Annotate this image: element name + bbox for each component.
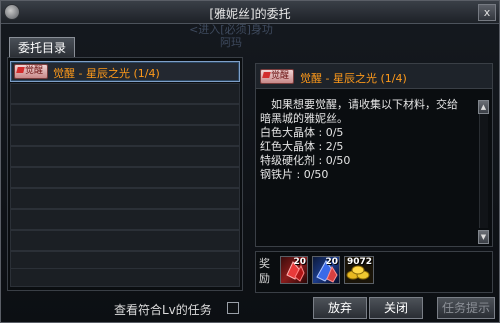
red-gem-icon [16,67,25,73]
material-white-crystal: 白色大晶体 : 0/5 [260,126,344,139]
reward-label: 奖励 [259,257,270,285]
quest-hint-button[interactable]: 任务提示 [437,297,495,319]
material-hardener: 特级硬化剂 : 0/50 [260,154,351,167]
background-text: <进入[必须]身功 阿玛 [151,23,311,53]
quest-list-empty-row[interactable] [10,230,240,251]
quest-detail-panel: 觉醒 觉醒 - 星辰之光 (1/4) 如果想要觉醒，请收集以下材料，交给 暗黑城… [255,63,493,247]
quest-list-empty-row[interactable] [10,209,240,230]
quest-detail-title: 觉醒 - 星辰之光 (1/4) [300,72,407,85]
level-filter-checkbox[interactable] [227,302,239,314]
scroll-down-arrow-icon[interactable]: ▼ [478,230,489,244]
background-text-line-2: 阿玛 [220,36,242,49]
close-button[interactable]: x [478,4,496,21]
quest-list-item-name: 觉醒 - 星辰之光 (1/4) [53,67,160,80]
red-gem-icon [262,72,271,78]
awaken-badge-label: 觉醒 [25,66,44,76]
close-button-bottom[interactable]: 关闭 [369,297,423,319]
reward-panel: 奖励 20 20 9072 [255,251,493,293]
quest-list-empty-row[interactable] [10,83,240,104]
material-red-crystal: 红色大晶体 : 2/5 [260,140,344,153]
quest-list-item-selected[interactable]: 觉醒 觉醒 - 星辰之光 (1/4) [10,61,240,82]
quest-list-empty-row[interactable] [10,167,240,188]
level-filter-label: 查看符合Lv的任务 [114,303,212,317]
awaken-badge: 觉醒 [260,69,294,84]
quest-list-empty-row[interactable] [10,104,240,125]
reward-quantity: 20 [325,257,338,267]
quest-description: 如果想要觉醒，请收集以下材料，交给 暗黑城的雅妮丝。 白色大晶体 : 0/5 红… [260,98,474,182]
quest-window: [雅妮丝]的委托 x <进入[必须]身功 阿玛 委托目录 觉醒 觉醒 - 星辰之… [0,0,500,323]
description-line: 暗黑城的雅妮丝。 [260,112,348,125]
reward-quantity: 20 [293,257,306,267]
awaken-badge: 觉醒 [14,64,48,79]
reward-item-blue-crystal[interactable]: 20 [312,256,340,284]
background-text-line-1: <进入[必须]身功 [189,23,273,36]
material-steel-piece: 钢铁片 : 0/50 [260,168,329,181]
description-line: 如果想要觉醒，请收集以下材料，交给 [260,98,458,111]
quest-list-empty-row[interactable] [10,125,240,146]
abandon-button[interactable]: 放弃 [313,297,367,319]
window-title: [雅妮丝]的委托 [209,7,291,21]
tab-quest-catalog[interactable]: 委托目录 [9,37,75,58]
quest-list-empty-row[interactable] [10,146,240,167]
scroll-up-arrow-icon[interactable]: ▲ [478,100,489,114]
quest-detail-header: 觉醒 觉醒 - 星辰之光 (1/4) [256,64,492,89]
quest-list-empty-row[interactable] [10,268,240,287]
reward-item-gold[interactable]: 9072 [344,256,374,284]
title-bar[interactable]: [雅妮丝]的委托 x [1,1,499,24]
quest-list-empty-row[interactable] [10,188,240,209]
scrollbar-track[interactable] [479,114,488,228]
awaken-badge-label: 觉醒 [271,71,290,81]
reward-quantity: 9072 [346,257,372,267]
quest-list: 觉醒 觉醒 - 星辰之光 (1/4) [7,57,243,291]
reward-item-red-crystal[interactable]: 20 [280,256,308,284]
